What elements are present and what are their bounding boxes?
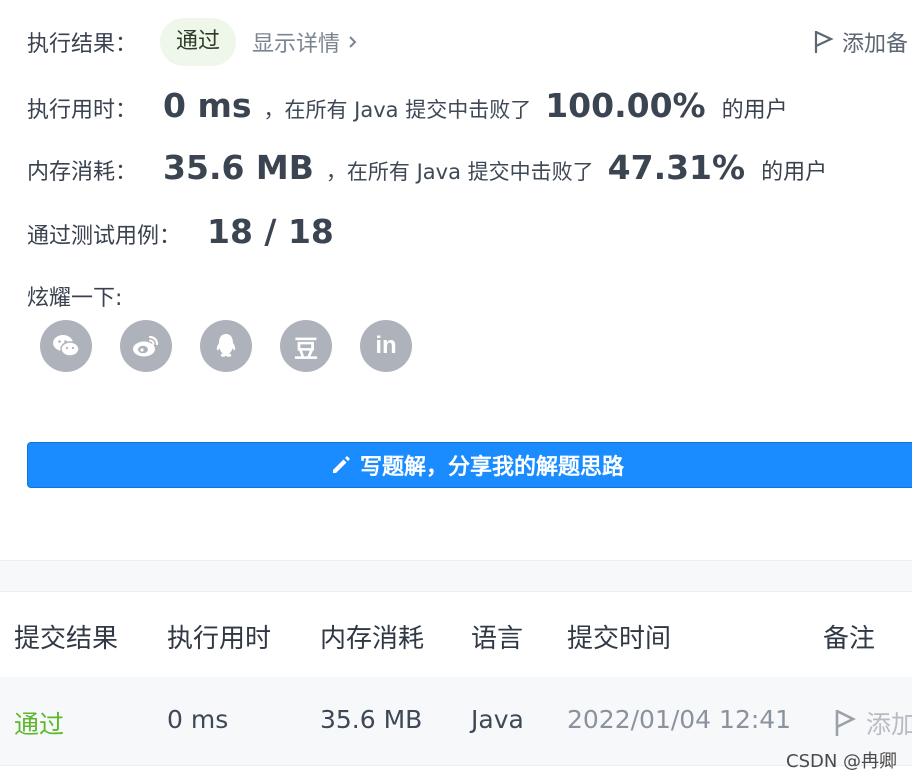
flag-icon (814, 31, 834, 53)
chevron-right-icon (349, 36, 357, 48)
tests-label: 通过测试用例： (27, 224, 182, 249)
memory-percent: 47.31% (607, 148, 746, 187)
row-submit-time: 2022/01/04 12:41 (567, 705, 792, 734)
watermark: CSDN @冉卿 (786, 751, 898, 772)
runtime-value: 0 ms (163, 86, 252, 125)
pencil-icon (332, 456, 350, 473)
add-note-button[interactable]: 添加备 (812, 26, 908, 58)
write-solution-button[interactable]: 写题解，分享我的解题思路 (27, 442, 912, 488)
flag-icon (835, 709, 856, 736)
add-note-label: 添加备 (842, 32, 909, 57)
col-header-language: 语言 (471, 624, 524, 654)
share-weibo-button[interactable] (120, 320, 172, 372)
memory-row: 内存消耗： 35.6 MB ，在所有 Java 提交中击败了 47.31% 的用… (27, 148, 827, 187)
runtime-row: 执行用时： 0 ms ，在所有 Java 提交中击败了 100.00% 的用户 (27, 86, 788, 125)
col-header-memory: 内存消耗 (320, 624, 425, 654)
runtime-label: 执行用时： (27, 98, 138, 123)
share-buttons: 豆 in (40, 320, 412, 372)
row-language: Java (471, 705, 524, 734)
col-header-submit-time: 提交时间 (567, 624, 672, 654)
share-row-label: 炫耀一下: (27, 280, 122, 312)
qq-icon (216, 334, 236, 357)
show-details-link[interactable]: 显示详情 (252, 26, 360, 58)
share-qq-button[interactable] (200, 320, 252, 372)
share-wechat-button[interactable] (40, 320, 92, 372)
col-header-note: 备注 (823, 624, 876, 654)
runtime-percent: 100.00% (545, 86, 706, 125)
col-header-runtime: 执行用时 (167, 624, 272, 654)
show-details-label: 显示详情 (252, 32, 341, 57)
submission-result-page: 执行结果： 通过 显示详情 添加备 执行用时： 0 ms ，在所有 Java 提… (0, 0, 912, 778)
row-add-note-button[interactable]: 添加 (832, 705, 912, 741)
col-header-status: 提交结果 (14, 624, 119, 654)
linkedin-icon: in (375, 332, 397, 359)
status-badge: 通过 (160, 18, 237, 66)
share-label: 炫耀一下: (27, 286, 123, 311)
row-status[interactable]: 通过 (14, 705, 64, 741)
share-linkedin-button[interactable]: in (360, 320, 412, 372)
memory-value: 35.6 MB (163, 148, 314, 187)
tests-value: 18 / 18 (207, 212, 334, 251)
runtime-suffix: 的用户 (721, 98, 788, 123)
runtime-desc: ，在所有 Java 提交中击败了 (263, 98, 532, 122)
section-divider (0, 560, 912, 592)
result-label: 执行结果： (27, 32, 138, 57)
memory-suffix: 的用户 (761, 160, 828, 185)
memory-label: 内存消耗： (27, 160, 138, 185)
tests-row: 通过测试用例： 18 / 18 (27, 212, 334, 251)
row-memory: 35.6 MB (320, 705, 423, 734)
result-row: 执行结果： 通过 显示详情 (27, 14, 360, 70)
share-douban-button[interactable]: 豆 (280, 320, 332, 372)
weibo-icon (133, 335, 159, 357)
wechat-icon (53, 335, 80, 357)
write-solution-label: 写题解，分享我的解题思路 (359, 455, 624, 480)
douban-icon: 豆 (294, 335, 318, 363)
memory-desc: ，在所有 Java 提交中击败了 (325, 160, 594, 184)
row-runtime: 0 ms (167, 705, 229, 734)
row-add-note-label: 添加 (866, 710, 912, 739)
